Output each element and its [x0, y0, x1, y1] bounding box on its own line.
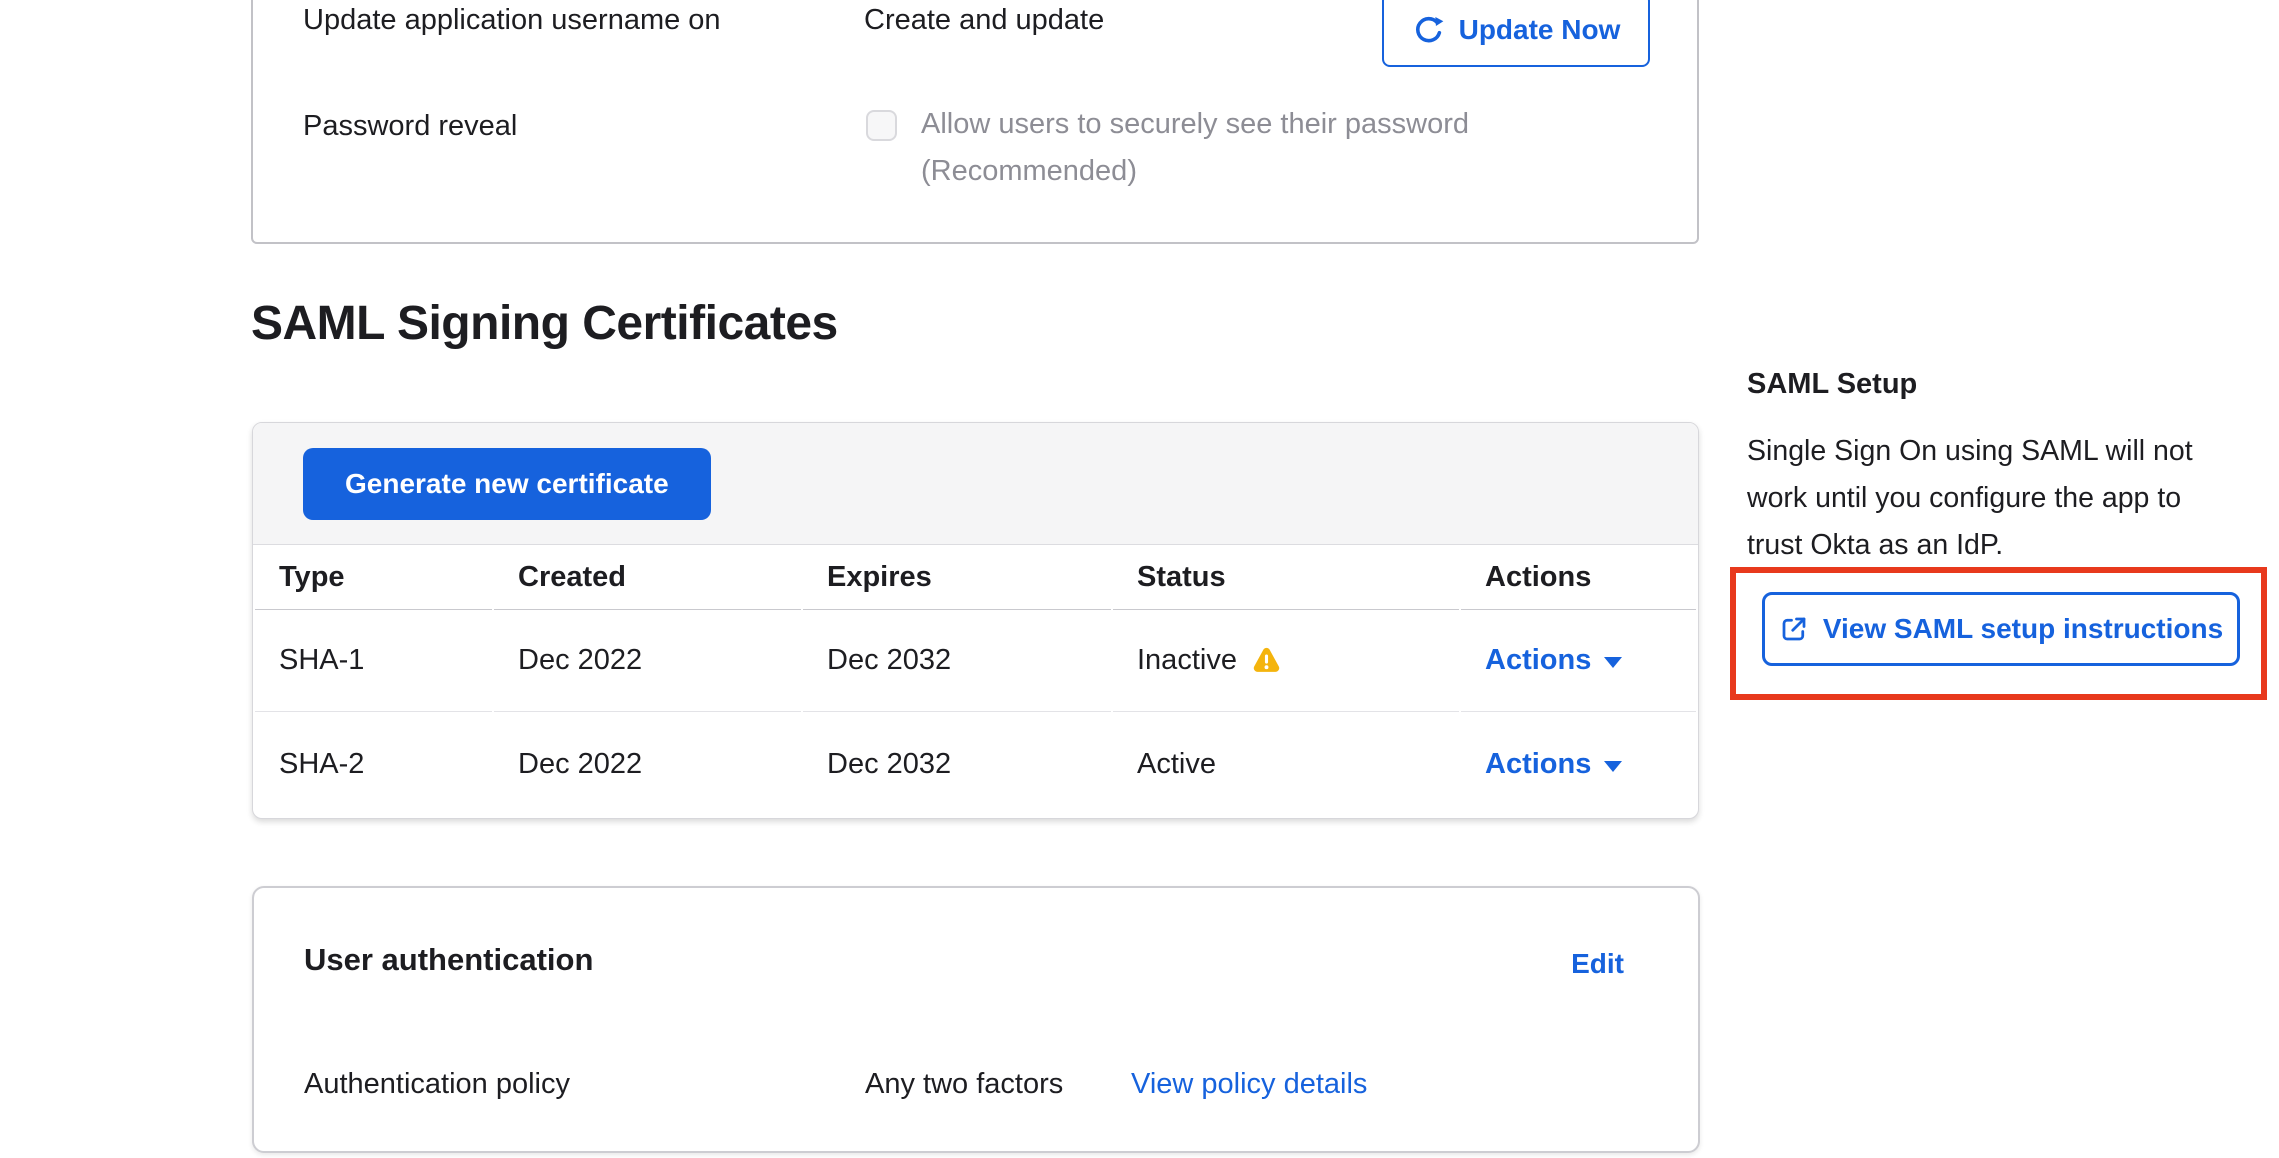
column-header-actions: Actions: [1461, 545, 1696, 610]
cell-expires: Dec 2032: [803, 712, 1111, 817]
generate-certificate-button[interactable]: Generate new certificate: [303, 448, 711, 520]
certificates-table: Type Created Expires Status Actions SHA-…: [253, 545, 1698, 817]
table-header-row: Type Created Expires Status Actions: [255, 545, 1696, 610]
password-reveal-recommended-label: (Recommended): [921, 155, 1137, 188]
actions-dropdown[interactable]: Actions: [1485, 748, 1622, 781]
chevron-down-icon: [1604, 657, 1622, 668]
authentication-policy-value: Any two factors: [865, 1068, 1063, 1101]
actions-dropdown[interactable]: Actions: [1485, 644, 1622, 677]
user-authentication-card: User authentication Edit Authentication …: [252, 886, 1700, 1153]
view-policy-details-link[interactable]: View policy details: [1131, 1068, 1367, 1101]
column-header-expires: Expires: [803, 545, 1111, 610]
page-title: SAML Signing Certificates: [251, 296, 838, 352]
cell-type: SHA-2: [255, 712, 492, 817]
user-authentication-title: User authentication: [304, 942, 593, 978]
sign-on-settings-card: Update application username on Create an…: [251, 0, 1699, 244]
cell-expires: Dec 2032: [803, 610, 1111, 712]
password-reveal-checkbox[interactable]: [866, 110, 897, 141]
refresh-icon: [1412, 14, 1445, 47]
saml-setup-description-line: Single Sign On using SAML will not: [1747, 428, 2193, 475]
update-username-value: Create and update: [864, 4, 1104, 37]
table-row: SHA-2 Dec 2022 Dec 2032 Active Actions: [255, 712, 1696, 817]
column-header-status: Status: [1113, 545, 1459, 610]
view-saml-instructions-button[interactable]: View SAML setup instructions: [1762, 592, 2240, 666]
certificates-panel-header: Generate new certificate: [253, 423, 1698, 545]
saml-setup-description-line: trust Okta as an IdP.: [1747, 522, 2193, 569]
update-now-button[interactable]: Update Now: [1382, 0, 1650, 67]
warning-icon: [1251, 645, 1282, 676]
password-reveal-checkbox-label: Allow users to securely see their passwo…: [921, 108, 1469, 141]
saml-setup-title: SAML Setup: [1747, 368, 1917, 401]
status-text: Inactive: [1137, 644, 1237, 677]
cell-status: Inactive: [1113, 610, 1459, 712]
cell-actions: Actions: [1461, 712, 1696, 817]
column-header-created: Created: [494, 545, 801, 610]
tutorial-highlight-box: View SAML setup instructions: [1730, 567, 2267, 700]
cell-created: Dec 2022: [494, 712, 801, 817]
saml-setup-description-line: work until you configure the app to: [1747, 475, 2193, 522]
certificates-panel: Generate new certificate Type Created Ex…: [252, 422, 1699, 819]
chevron-down-icon: [1604, 761, 1622, 772]
cell-status: Active: [1113, 712, 1459, 817]
authentication-policy-label: Authentication policy: [304, 1068, 570, 1101]
cell-type: SHA-1: [255, 610, 492, 712]
table-row: SHA-1 Dec 2022 Dec 2032 Inactive: [255, 610, 1696, 712]
edit-link[interactable]: Edit: [1571, 948, 1624, 980]
saml-setup-description: Single Sign On using SAML will not work …: [1747, 428, 2193, 569]
password-reveal-label: Password reveal: [303, 110, 517, 143]
view-saml-instructions-label: View SAML setup instructions: [1823, 613, 2223, 645]
cell-actions: Actions: [1461, 610, 1696, 712]
status-text: Active: [1137, 748, 1216, 781]
cell-created: Dec 2022: [494, 610, 801, 712]
update-now-label: Update Now: [1459, 14, 1621, 46]
column-header-type: Type: [255, 545, 492, 610]
external-link-icon: [1779, 614, 1809, 644]
update-username-label: Update application username on: [303, 4, 721, 37]
